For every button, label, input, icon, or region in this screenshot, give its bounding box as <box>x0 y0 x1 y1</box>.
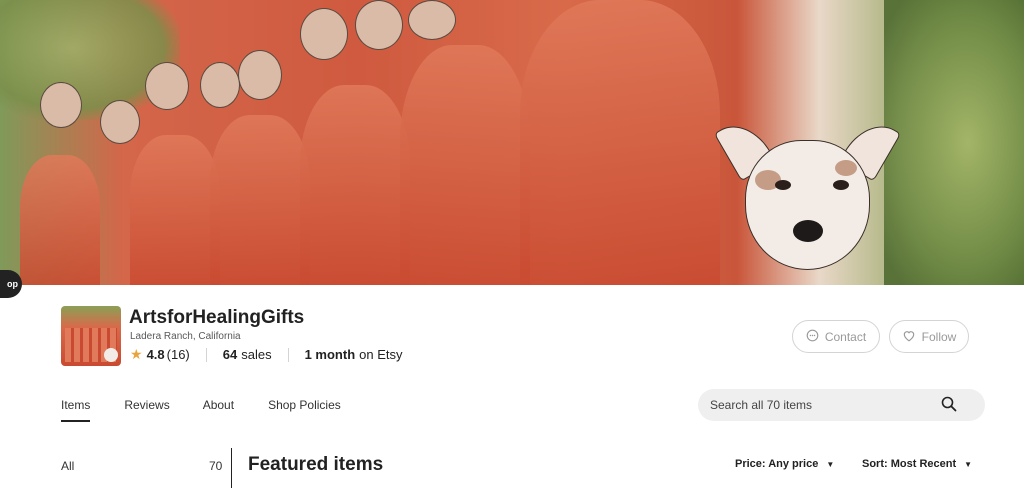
review-count[interactable]: (16) <box>167 347 190 362</box>
time-on-etsy: 1 month <box>304 347 356 362</box>
banner-figure <box>130 135 220 285</box>
side-tab-label: op <box>7 279 18 289</box>
banner-head <box>200 62 240 108</box>
banner-head <box>238 50 282 100</box>
side-tab[interactable]: op <box>0 270 22 298</box>
shop-stats: ★ 4.8 (16) 64 sales 1 month on Etsy <box>130 346 403 363</box>
search-icon[interactable] <box>941 396 957 412</box>
shop-nav: Items Reviews About Shop Policies <box>61 398 375 422</box>
banner-dog <box>713 113 902 285</box>
banner-head <box>40 82 82 128</box>
price-filter-dropdown[interactable]: Price: Any price ▼ <box>735 458 834 470</box>
shop-avatar[interactable] <box>61 306 121 366</box>
featured-title: Featured items <box>248 454 384 475</box>
caret-down-icon: ▼ <box>826 460 835 469</box>
tab-items[interactable]: Items <box>61 398 91 422</box>
tab-reviews[interactable]: Reviews <box>124 398 169 422</box>
category-all-count: 70 <box>209 459 223 473</box>
follow-label: Follow <box>921 329 957 344</box>
shop-banner <box>0 0 1024 285</box>
divider <box>205 347 207 362</box>
banner-head <box>100 100 140 144</box>
star-icon: ★ <box>130 346 143 362</box>
price-filter-label: Price: Any price <box>735 458 819 470</box>
category-all[interactable]: All <box>61 459 74 473</box>
search-placeholder: Search all 70 items <box>710 398 813 412</box>
shop-name[interactable]: ArtsforHealingGifts <box>129 307 304 329</box>
banner-head <box>300 8 348 60</box>
banner-head <box>408 0 456 40</box>
sort-label: Sort: Most Recent <box>862 458 957 470</box>
sort-dropdown[interactable]: Sort: Most Recent ▼ <box>862 458 972 470</box>
sales-label: sales <box>241 347 272 362</box>
tab-about[interactable]: About <box>203 398 234 422</box>
caret-down-icon: ▼ <box>964 460 973 469</box>
shop-location: Ladera Ranch, California <box>130 331 241 342</box>
contact-label: Contact <box>824 329 867 344</box>
time-label: on Etsy <box>359 347 403 362</box>
follow-button[interactable]: Follow <box>889 320 969 353</box>
divider <box>287 347 289 362</box>
banner-figure <box>400 45 530 285</box>
chat-icon <box>806 329 819 345</box>
banner-figure <box>520 0 720 285</box>
banner-head <box>145 62 189 110</box>
rating-value[interactable]: 4.8 <box>147 347 165 362</box>
search-input[interactable]: Search all 70 items <box>698 389 985 421</box>
heart-icon <box>902 329 916 345</box>
category-active-indicator <box>231 448 232 488</box>
tab-shop-policies[interactable]: Shop Policies <box>268 398 341 422</box>
contact-button[interactable]: Contact <box>792 320 880 353</box>
banner-head <box>355 0 403 50</box>
banner-foliage-right <box>884 0 1024 285</box>
banner-figure <box>300 85 410 285</box>
sales-count: 64 <box>222 347 238 362</box>
banner-figure <box>210 115 310 285</box>
banner-figure <box>20 155 100 285</box>
